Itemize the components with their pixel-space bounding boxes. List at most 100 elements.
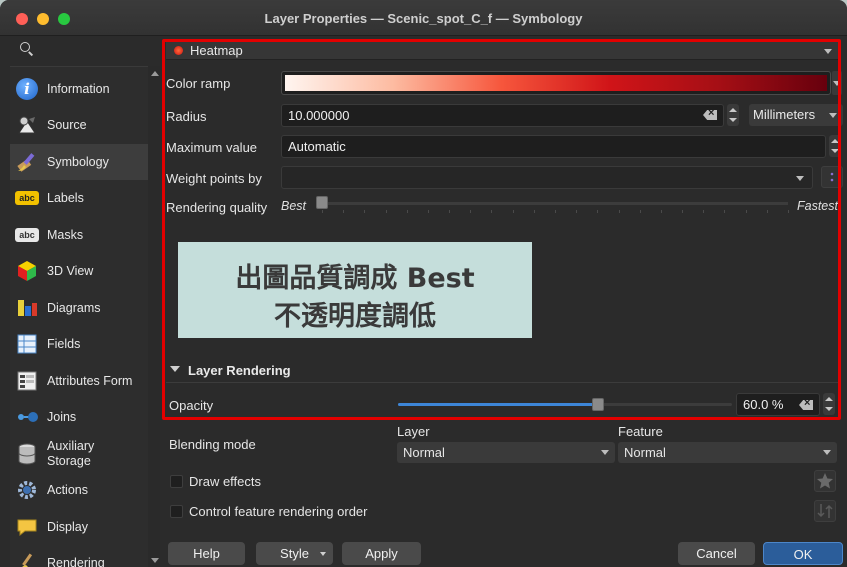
sidebar-item-label: Rendering xyxy=(47,555,105,567)
source-icon xyxy=(15,113,39,137)
quality-slider-tick xyxy=(322,210,323,213)
sidebar-item-label: Source xyxy=(47,117,87,132)
weight-points-label: Weight points by xyxy=(166,171,262,186)
max-value-spinner[interactable] xyxy=(829,135,841,157)
feature-blend-select[interactable]: Normal xyxy=(618,442,837,463)
sidebar-item-labels[interactable]: abc Labels xyxy=(10,180,148,216)
quality-slider-tick xyxy=(746,210,747,213)
labels-abc-icon: abc xyxy=(15,186,39,210)
sidebar-item-rendering[interactable]: Rendering xyxy=(10,545,148,567)
color-ramp-button[interactable] xyxy=(281,71,831,95)
radius-label: Radius xyxy=(166,109,207,124)
sidebar-item-label: Symbology xyxy=(47,154,109,169)
sidebar-item-3d-view[interactable]: 3D View xyxy=(10,253,148,289)
color-ramp-menu-button[interactable] xyxy=(832,71,842,95)
sidebar-item-label: Auxiliary Storage xyxy=(47,439,95,468)
layer-rendering-section-header[interactable]: Layer Rendering xyxy=(166,360,838,380)
masks-abc-icon: abc xyxy=(15,223,39,247)
sidebar-item-joins[interactable]: Joins xyxy=(10,399,148,435)
sidebar-item-label: 3D View xyxy=(47,263,94,278)
layer-blend-select[interactable]: Normal xyxy=(397,442,615,463)
sidebar-search[interactable] xyxy=(10,40,152,60)
blending-mode-label: Blending mode xyxy=(169,437,256,452)
sidebar-item-masks[interactable]: abc Masks xyxy=(10,217,148,253)
feature-blend-value: Normal xyxy=(624,445,666,460)
sidebar-item-label: Attributes Form xyxy=(47,373,133,388)
apply-button[interactable]: Apply xyxy=(342,542,421,565)
chevron-down-icon xyxy=(829,113,837,118)
style-button-label: Style xyxy=(280,546,309,561)
draw-effects-checkbox[interactable] xyxy=(170,475,183,488)
color-ramp-label: Color ramp xyxy=(166,76,231,91)
quality-slider-handle[interactable] xyxy=(316,196,328,209)
sidebar-item-actions[interactable]: Actions xyxy=(10,472,148,508)
quality-slider-track[interactable] xyxy=(322,202,788,205)
order-by-button[interactable] xyxy=(814,500,836,522)
radius-spinner[interactable] xyxy=(727,104,739,126)
quality-slider-tick xyxy=(491,210,492,213)
diagram-icon xyxy=(15,296,39,320)
chevron-down-icon xyxy=(601,450,609,455)
effects-button[interactable] xyxy=(814,470,836,492)
database-icon xyxy=(15,442,39,466)
quality-slider-tick xyxy=(640,210,641,213)
layer-blend-heading: Layer xyxy=(397,424,430,439)
layer-rendering-title: Layer Rendering xyxy=(188,363,291,378)
style-button[interactable]: Style xyxy=(256,542,333,565)
renderer-dropdown[interactable]: Heatmap xyxy=(166,42,838,60)
brush-icon xyxy=(15,551,39,567)
chevron-down-icon xyxy=(823,450,831,455)
opacity-slider-track[interactable] xyxy=(398,403,732,406)
quality-slider-tick xyxy=(724,210,725,213)
paintbrush-icon xyxy=(15,150,39,174)
quality-slider-tick xyxy=(364,210,365,213)
opacity-slider-handle[interactable] xyxy=(592,398,604,411)
quality-slider-tick xyxy=(703,210,704,213)
sidebar-item-display[interactable]: Display xyxy=(10,509,148,545)
annotation-line-2: 不透明度調低 xyxy=(274,301,436,332)
quality-slider-tick xyxy=(682,210,683,213)
sidebar-item-auxiliary-storage[interactable]: Auxiliary Storage xyxy=(10,436,148,472)
quality-slider-tick xyxy=(597,210,598,213)
quality-best-label: Best xyxy=(281,199,307,213)
sidebar-scrollbar[interactable] xyxy=(148,66,160,567)
sidebar-item-attributes-form[interactable]: Attributes Form xyxy=(10,363,148,399)
sidebar-item-information[interactable]: i Information xyxy=(10,71,148,107)
chevron-down-icon xyxy=(833,81,841,86)
scroll-down-arrow-icon[interactable] xyxy=(151,558,159,563)
opacity-label: Opacity xyxy=(169,398,214,413)
opacity-spinner[interactable] xyxy=(823,393,835,415)
feature-blend-heading: Feature xyxy=(618,424,663,439)
sidebar-item-diagrams[interactable]: Diagrams xyxy=(10,290,148,326)
help-button[interactable]: Help xyxy=(168,542,245,565)
control-order-checkbox[interactable] xyxy=(170,505,183,518)
max-value-input[interactable]: Automatic xyxy=(281,135,826,158)
radius-unit-select[interactable]: Millimeters xyxy=(749,104,843,126)
sort-icon xyxy=(817,504,833,518)
sidebar-item-symbology[interactable]: Symbology xyxy=(10,144,148,180)
section-divider xyxy=(166,382,838,383)
weight-field-select[interactable] xyxy=(281,166,813,189)
quality-slider-tick xyxy=(428,210,429,213)
search-icon xyxy=(20,42,30,52)
cancel-button[interactable]: Cancel xyxy=(678,542,755,565)
sidebar-item-fields[interactable]: Fields xyxy=(10,326,148,362)
rendering-quality-label: Rendering quality xyxy=(166,200,268,215)
sidebar-item-label: Information xyxy=(47,81,110,96)
title-bar: Layer Properties — Scenic_spot_C_f — Sym… xyxy=(0,0,847,36)
speech-bubble-icon xyxy=(15,515,39,539)
radius-input[interactable]: 10.000000 xyxy=(281,104,724,127)
draw-effects-label: Draw effects xyxy=(189,474,262,489)
sidebar-item-source[interactable]: Source xyxy=(10,107,148,143)
heatmap-icon xyxy=(174,46,183,55)
quality-slider-tick xyxy=(661,210,662,213)
quality-fastest-label: Fastest xyxy=(797,199,838,213)
ok-button[interactable]: OK xyxy=(763,542,843,565)
window-title: Layer Properties — Scenic_spot_C_f — Sym… xyxy=(264,11,583,26)
sidebar-item-label: Fields xyxy=(47,336,81,351)
scroll-up-arrow-icon[interactable] xyxy=(151,71,159,76)
symbology-panel: Heatmap Color ramp Radius 10.000000 Mill… xyxy=(162,36,847,567)
data-defined-override-button[interactable] xyxy=(821,166,843,188)
chevron-down-icon xyxy=(796,176,804,181)
quality-slider-tick xyxy=(470,210,471,213)
